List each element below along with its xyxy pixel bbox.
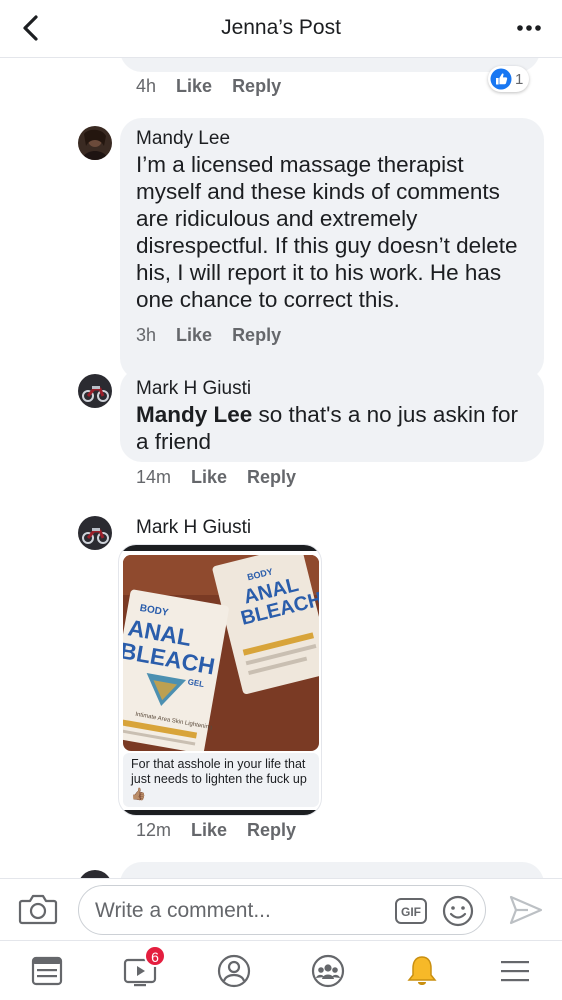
reaction-summary[interactable]: 1 — [488, 66, 530, 92]
comment-composer: Write a comment... GIF — [0, 878, 562, 940]
menu-hamburger-icon[interactable] — [495, 951, 535, 991]
comment-time: 12m — [136, 820, 172, 840]
reply-button[interactable]: Reply — [247, 820, 296, 841]
attachment-photo[interactable]: BODY ANAL BLEACH BODY ANAL BLEACH GEL In… — [123, 555, 319, 751]
like-button[interactable]: Like — [191, 820, 227, 841]
like-button[interactable]: Like — [191, 467, 227, 488]
avatar[interactable] — [78, 870, 112, 878]
mention-link[interactable]: Mandy Lee — [136, 402, 252, 427]
comment-meta: 12m Like Reply — [136, 820, 316, 841]
comment-time: 4h — [136, 76, 157, 96]
like-button[interactable]: Like — [176, 76, 212, 97]
comments-list: 4h Like Reply 1 Mandy Lee I’m a licensed m… — [0, 58, 562, 878]
comment-meta: 4h Like Reply — [136, 76, 301, 97]
comment-input-placeholder: Write a comment... — [95, 899, 271, 922]
attachment-bottom-bar — [119, 810, 321, 815]
notifications-bell-icon[interactable] — [402, 951, 442, 991]
caption-text: For that asshole in your life that just … — [131, 757, 307, 786]
top-navigation-bar: Jenna’s Post — [0, 0, 562, 58]
profile-icon[interactable] — [214, 951, 254, 991]
avatar[interactable] — [78, 374, 112, 408]
comment-author[interactable]: Mark H Giusti — [136, 517, 251, 539]
comment-time: 14m — [136, 467, 172, 487]
groups-icon[interactable] — [308, 951, 348, 991]
reply-button[interactable]: Reply — [232, 76, 281, 97]
comment-attachment[interactable]: BODY ANAL BLEACH BODY ANAL BLEACH GEL In… — [118, 544, 322, 816]
attachment-top-bar — [119, 545, 321, 551]
reply-button[interactable]: Reply — [247, 467, 296, 488]
avatar[interactable] — [78, 126, 112, 160]
like-button[interactable]: Like — [176, 325, 212, 346]
camera-icon[interactable] — [18, 891, 58, 927]
watch-tab[interactable]: 6 — [120, 945, 166, 991]
avatar[interactable] — [78, 516, 112, 550]
comment-time: 3h — [136, 325, 157, 345]
comment-meta: 14m Like Reply — [136, 467, 316, 488]
page-title: Jenna’s Post — [221, 16, 341, 39]
reply-button[interactable]: Reply — [232, 325, 281, 346]
gif-label: GIF — [401, 905, 421, 919]
more-options-icon[interactable] — [514, 14, 544, 42]
like-reaction-icon — [490, 68, 512, 90]
comment-input[interactable]: Write a comment... GIF — [78, 885, 486, 935]
gif-icon[interactable]: GIF — [395, 898, 427, 924]
comment-text: I’m a licensed massage therapist myself … — [136, 152, 518, 312]
send-icon[interactable] — [508, 893, 544, 927]
comment-text: Mandy Lee so that's a no jus askin for a… — [136, 401, 532, 455]
comment-author[interactable]: Mark H Giusti — [136, 378, 251, 400]
comment-meta: 3h Like Reply — [136, 325, 301, 346]
news-feed-icon[interactable] — [27, 951, 67, 991]
reaction-count: 1 — [515, 70, 524, 88]
bottom-tab-bar: 6 — [0, 940, 562, 1000]
comment-author[interactable]: Mandy Lee — [136, 128, 230, 150]
attachment-caption: For that asshole in your life that just … — [123, 753, 319, 807]
watch-notification-badge: 6 — [144, 945, 166, 967]
thumbs-up-emoji: 👍🏽 — [131, 787, 146, 801]
comment-bubble[interactable] — [120, 58, 540, 72]
emoji-smile-icon[interactable] — [441, 894, 475, 928]
comment-bubble[interactable] — [120, 862, 544, 878]
